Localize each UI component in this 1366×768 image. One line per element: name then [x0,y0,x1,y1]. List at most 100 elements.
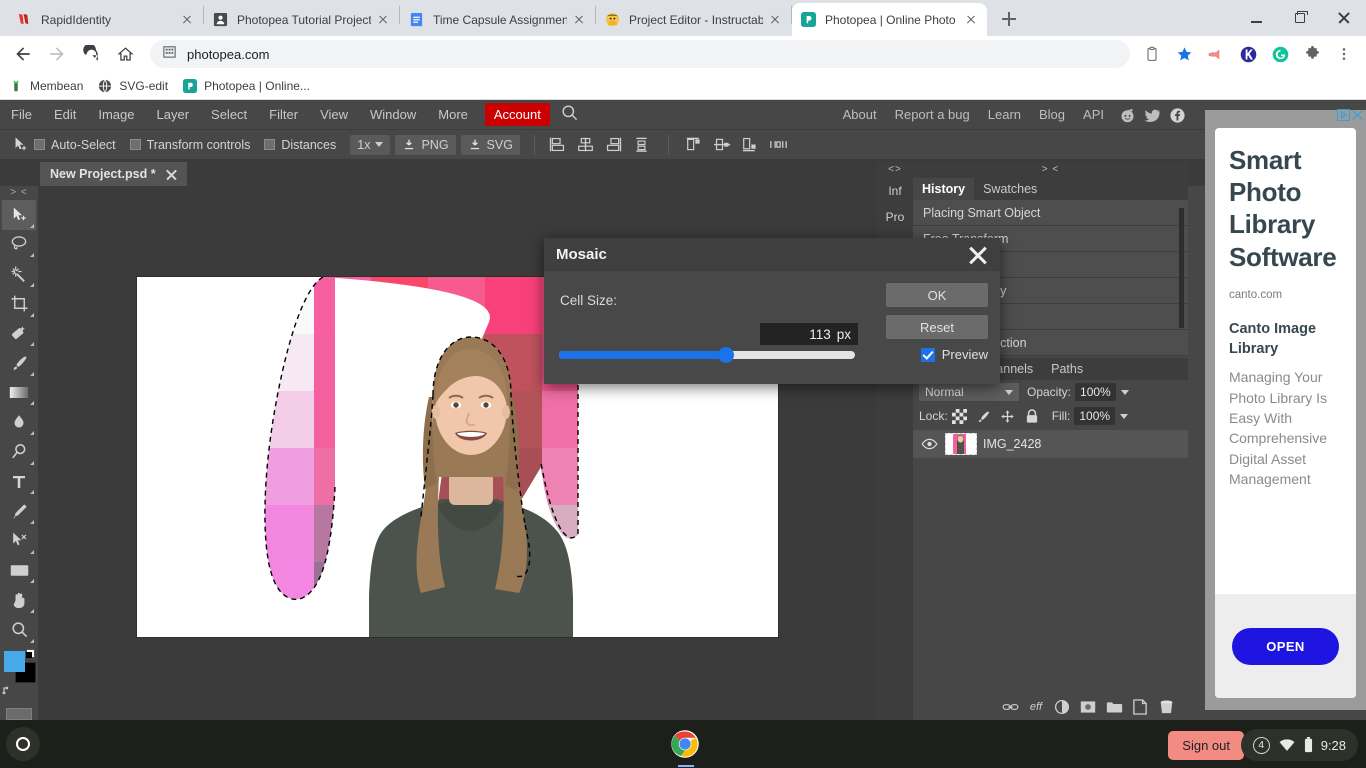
tab-close-icon[interactable] [179,12,195,28]
layer-list[interactable]: IMG_2428 [913,430,1188,694]
lasso-tool[interactable] [2,230,36,260]
menu-layer[interactable]: Layer [146,100,201,130]
reddit-icon[interactable] [1116,104,1138,126]
lock-all-icon[interactable] [1022,407,1042,425]
align-middle-icon[interactable] [712,135,734,155]
layer-effects-icon[interactable]: eff [1024,696,1048,718]
tools-panel-grip[interactable]: > < [10,186,27,200]
tab-close-icon[interactable] [963,12,979,28]
puzzle-extensions-icon[interactable] [1298,40,1326,68]
patch-tool[interactable] [2,319,36,349]
bookmark-item[interactable]: Photopea | Online... [182,78,310,94]
search-icon[interactable] [560,103,579,127]
align-left-icon[interactable] [547,135,569,155]
bookmark-item[interactable]: SVG-edit [97,78,168,94]
blend-mode-select[interactable]: Normal [919,383,1019,401]
browser-tab[interactable]: Project Editor - Instructables [596,3,791,36]
cell-size-input[interactable]: 113 px [760,323,858,345]
document-tab[interactable]: New Project.psd * [40,162,187,186]
auto-select-checkbox[interactable]: Auto-Select [34,138,116,152]
wifi-icon[interactable] [1279,738,1295,752]
history-item[interactable]: Placing Smart Object [913,200,1188,226]
lock-transparency-icon[interactable] [950,407,970,425]
distances-checkbox[interactable]: Distances [264,138,336,152]
facebook-icon[interactable] [1166,104,1188,126]
align-center-horizontal-icon[interactable] [575,135,597,155]
menu-about[interactable]: About [834,100,886,130]
chrome-menu-icon[interactable] [1330,40,1358,68]
bookmark-item[interactable]: Membean [8,78,83,94]
maximize-button[interactable] [1278,1,1322,35]
export-png-button[interactable]: PNG [395,134,456,155]
gradient-tool[interactable] [2,378,36,408]
document-tab-close-icon[interactable] [166,169,177,180]
history-panel-grip[interactable]: > < [913,162,1188,178]
swap-colors-icon[interactable] [2,683,36,696]
cell-size-slider[interactable] [559,347,855,363]
browser-tab[interactable]: RapidIdentity [8,3,203,36]
new-layer-icon[interactable] [1128,696,1152,718]
sign-out-button[interactable]: Sign out [1168,731,1244,760]
ad-card[interactable]: Smart Photo Library Software canto.com C… [1215,128,1356,698]
home-button[interactable] [110,39,140,69]
info-panel-tab[interactable]: Inf [877,178,913,204]
menu-edit[interactable]: Edit [43,100,87,130]
ad-choices-icon[interactable] [1337,108,1350,126]
menu-view[interactable]: View [309,100,359,130]
twitter-icon[interactable] [1141,104,1163,126]
chrome-icon[interactable] [668,727,702,761]
delete-layer-icon[interactable] [1154,696,1178,718]
transform-controls-checkbox[interactable]: Transform controls [129,138,250,152]
new-tab-button[interactable] [995,5,1023,33]
grammarly-icon[interactable] [1266,40,1294,68]
menu-report-bug[interactable]: Report a bug [886,100,979,130]
properties-panel-tab[interactable]: Pro [877,204,913,230]
align-bottom-icon[interactable] [740,135,762,155]
opacity-value[interactable]: 100% [1075,383,1116,401]
layer-item[interactable]: IMG_2428 [913,430,1188,458]
lock-pixels-icon[interactable] [974,407,994,425]
pen-tool[interactable] [2,496,36,526]
mosaic-dialog[interactable]: Mosaic Cell Size: 113 px OK Reset Previe… [544,238,1000,384]
foreground-color-swatch[interactable] [4,650,25,672]
close-icon[interactable] [968,245,988,265]
kami-icon[interactable] [1234,40,1262,68]
tab-swatches[interactable]: Swatches [974,178,1046,200]
align-top-icon[interactable] [684,135,706,155]
menu-file[interactable]: File [0,100,43,130]
slider-handle[interactable] [718,347,734,363]
reload-button[interactable] [76,39,106,69]
layer-mask-icon[interactable] [1076,696,1100,718]
ok-button[interactable]: OK [886,283,988,307]
close-window-button[interactable] [1322,1,1366,35]
hand-tool[interactable] [2,585,36,615]
menu-image[interactable]: Image [87,100,145,130]
back-button[interactable] [8,39,38,69]
ad-open-button[interactable]: OPEN [1232,627,1339,665]
fill-chevron-down-icon[interactable] [1120,413,1129,419]
move-tool[interactable] [2,200,36,230]
tab-close-icon[interactable] [767,12,783,28]
magic-wand-tool[interactable] [2,259,36,289]
new-group-icon[interactable] [1102,696,1126,718]
minimize-button[interactable] [1234,1,1278,35]
account-button[interactable]: Account [484,103,550,126]
brush-tool[interactable] [2,348,36,378]
clipboard-icon[interactable] [1138,40,1166,68]
menu-more[interactable]: More [427,100,479,130]
export-svg-button[interactable]: SVG [460,134,520,155]
browser-tab-active[interactable]: Photopea | Online Photo Editor [792,3,987,36]
menu-learn[interactable]: Learn [979,100,1030,130]
fill-value[interactable]: 100% [1074,407,1116,425]
battery-icon[interactable] [1304,737,1313,753]
menu-window[interactable]: Window [359,100,427,130]
distribute-vertical-icon[interactable] [631,135,653,155]
address-bar[interactable]: photopea.com [150,40,1130,68]
distribute-horizontal-icon[interactable] [768,135,790,155]
browser-tab[interactable]: Photopea Tutorial Project [204,3,399,36]
zoom-level-select[interactable]: 1x [350,134,391,155]
browser-tab[interactable]: Time Capsule Assignment - Goo [400,3,595,36]
menu-api[interactable]: API [1074,100,1113,130]
tab-close-icon[interactable] [571,12,587,28]
tab-paths[interactable]: Paths [1042,358,1092,380]
